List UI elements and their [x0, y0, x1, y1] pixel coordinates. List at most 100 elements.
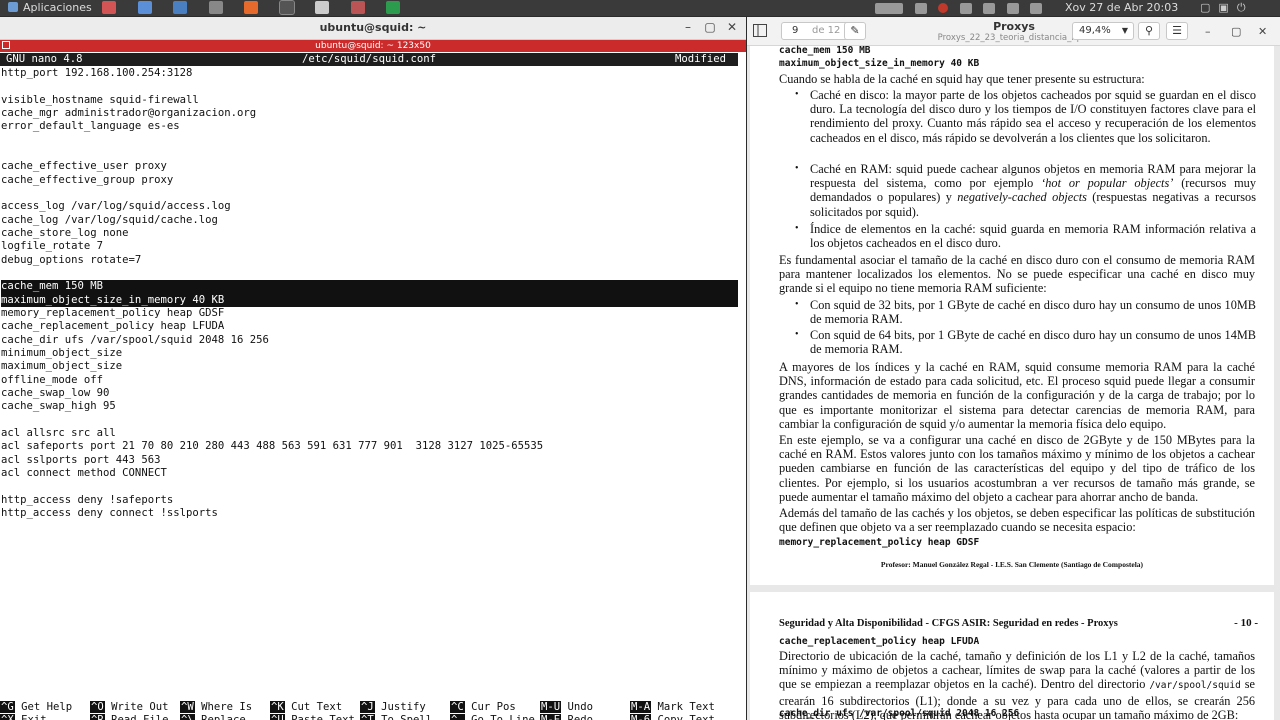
- document-icon[interactable]: [137, 1, 152, 14]
- nano-line[interactable]: error_default_language es-es: [1, 120, 738, 133]
- nano-line[interactable]: acl sslports port 443 563: [1, 454, 738, 467]
- nano-line[interactable]: acl connect method CONNECT: [1, 467, 738, 480]
- nano-line[interactable]: maximum_object_size_in_memory 40 KB: [1, 293, 738, 307]
- nano-shortcut[interactable]: ^U Paste Text: [270, 714, 355, 720]
- shortcut-label: Cut Text: [291, 701, 343, 713]
- nano-shortcut[interactable]: M-6 Copy Text: [630, 714, 715, 720]
- zoom-select[interactable]: 49,4% ▼: [1072, 22, 1134, 40]
- nano-line[interactable]: [1, 147, 738, 160]
- terminal-icon[interactable]: [278, 0, 295, 15]
- nano-line[interactable]: acl safeports port 21 70 80 210 280 443 …: [1, 440, 738, 453]
- annotate-pen-icon[interactable]: ✎: [844, 22, 866, 40]
- nano-shortcut[interactable]: M-E Redo: [540, 714, 593, 720]
- nano-shortcut[interactable]: M-U Undo: [540, 701, 593, 714]
- nano-line[interactable]: cache_effective_group proxy: [1, 174, 738, 187]
- minimize-icon[interactable]: –: [680, 20, 696, 34]
- nano-shortcut[interactable]: ^G Get Help: [0, 701, 72, 714]
- nano-shortcut[interactable]: ^C Cur Pos: [450, 701, 516, 714]
- nano-line[interactable]: offline_mode off: [1, 374, 738, 387]
- bluetooth-icon[interactable]: [1006, 2, 1019, 14]
- nano-line[interactable]: [1, 267, 738, 280]
- nano-line[interactable]: cache_log /var/log/squid/cache.log: [1, 214, 738, 227]
- record-icon[interactable]: [938, 3, 948, 13]
- nano-line[interactable]: cache_dir ufs /var/spool/squid 2048 16 2…: [1, 334, 738, 347]
- nano-line[interactable]: acl allsrc src all: [1, 427, 738, 440]
- panel-right-icons: ▢▣⏻: [1200, 1, 1254, 15]
- nano-shortcut[interactable]: ^R Read File: [90, 714, 169, 720]
- nano-line[interactable]: [1, 414, 738, 427]
- nano-line[interactable]: [1, 480, 738, 493]
- nano-line[interactable]: http_port 192.168.100.254:3128: [1, 67, 738, 80]
- applications-icon: [8, 2, 18, 12]
- nano-line[interactable]: memory_replacement_policy heap GDSF: [1, 307, 738, 320]
- firefox-icon[interactable]: [244, 1, 258, 14]
- page-number-input[interactable]: 9 de 12: [781, 22, 853, 40]
- nano-line[interactable]: [1, 134, 738, 147]
- nano-line[interactable]: cache_swap_high 95: [1, 400, 738, 413]
- nano-shortcut[interactable]: ^J Justify: [360, 701, 426, 714]
- power-icon[interactable]: ⏻: [1237, 1, 1254, 14]
- text-editor-icon[interactable]: [315, 1, 329, 14]
- clipboard-icon[interactable]: [914, 2, 927, 14]
- nano-text-area[interactable]: http_port 192.168.100.254:3128 visible_ho…: [1, 67, 738, 520]
- nano-shortcut[interactable]: ^\ Replace: [180, 714, 246, 720]
- nano-line[interactable]: cache_store_log none: [1, 227, 738, 240]
- nano-line[interactable]: cache_replacement_policy heap LFUDA: [1, 320, 738, 333]
- nano-line[interactable]: http_access deny connect !sslports: [1, 507, 738, 520]
- search-icon[interactable]: ⚲: [1138, 22, 1160, 40]
- terminal-titlebar[interactable]: ubuntu@squid: ~ – ▢ ✕: [0, 17, 746, 40]
- shortcut-key: ^G: [0, 701, 15, 713]
- notification-icon[interactable]: ▣: [1218, 1, 1236, 14]
- nano-shortcut[interactable]: ^_ Go To Line: [450, 714, 535, 720]
- clock[interactable]: Xov 27 de Abr 20:03: [1065, 1, 1178, 14]
- nano-line[interactable]: logfile_rotate 7: [1, 240, 738, 253]
- battery-icon[interactable]: [1030, 2, 1042, 14]
- nano-line[interactable]: cache_swap_low 90: [1, 387, 738, 400]
- network-icon[interactable]: [959, 2, 972, 14]
- nano-shortcut[interactable]: ^W Where Is: [180, 701, 252, 714]
- nano-line[interactable]: debug_options rotate=7: [1, 254, 738, 267]
- pdf-viewer-icon[interactable]: [350, 1, 365, 14]
- cursor-icon[interactable]: [983, 2, 995, 14]
- shortcut-label: Mark Text: [657, 701, 715, 713]
- help-icon[interactable]: [173, 1, 187, 14]
- browser-icon[interactable]: [386, 1, 400, 14]
- nano-shortcut[interactable]: M-A Mark Text: [630, 701, 715, 714]
- shortcut-key: ^T: [360, 714, 375, 720]
- nano-line[interactable]: [1, 187, 738, 200]
- minimize-icon[interactable]: –: [1205, 25, 1211, 38]
- shortcut-key: ^_: [450, 714, 465, 720]
- nano-shortcut[interactable]: ^O Write Out: [90, 701, 169, 714]
- maximize-icon[interactable]: ▢: [702, 20, 718, 34]
- shortcut-label: Get Help: [21, 701, 73, 713]
- shortcut-label: Replace: [201, 714, 246, 720]
- nano-line[interactable]: http_access deny !safeports: [1, 494, 738, 507]
- nano-line[interactable]: cache_effective_user proxy: [1, 160, 738, 173]
- file-manager-icon[interactable]: [102, 1, 116, 14]
- shortcut-key: ^O: [90, 701, 105, 713]
- chat-icon[interactable]: ▢: [1200, 1, 1218, 14]
- close-icon[interactable]: ✕: [724, 20, 740, 34]
- shortcut-label: Where Is: [201, 701, 253, 713]
- paragraph: A mayores de los índices y la caché en R…: [779, 360, 1255, 431]
- system-monitor-icon[interactable]: [208, 1, 223, 14]
- applications-menu[interactable]: Aplicaciones: [8, 1, 92, 14]
- nano-line[interactable]: access_log /var/log/squid/access.log: [1, 200, 738, 213]
- maximize-icon[interactable]: ▢: [1231, 25, 1241, 38]
- nano-line[interactable]: [1, 80, 738, 93]
- nano-line[interactable]: maximum_object_size: [1, 360, 738, 373]
- nano-line[interactable]: cache_mem 150 MB: [1, 280, 738, 294]
- nano-editor[interactable]: GNU nano 4.8 /etc/squid/squid.conf Modif…: [0, 53, 746, 720]
- resize-icon: [2, 41, 10, 49]
- nano-line[interactable]: minimum_object_size: [1, 347, 738, 360]
- nano-shortcut[interactable]: ^K Cut Text: [270, 701, 342, 714]
- nano-line[interactable]: cache_mgr administrador@organizacion.org: [1, 107, 738, 120]
- keyboard-layout-icon[interactable]: [875, 2, 903, 14]
- nano-line[interactable]: visible_hostname squid-firewall: [1, 94, 738, 107]
- nano-shortcut[interactable]: ^T To Spell: [360, 714, 432, 720]
- nano-shortcut[interactable]: ^X Exit: [0, 714, 47, 720]
- sidebar-toggle-icon[interactable]: [753, 24, 767, 37]
- close-icon[interactable]: ✕: [1258, 25, 1267, 38]
- shortcut-label: Write Out: [111, 701, 169, 713]
- menu-icon[interactable]: ☰: [1166, 22, 1188, 40]
